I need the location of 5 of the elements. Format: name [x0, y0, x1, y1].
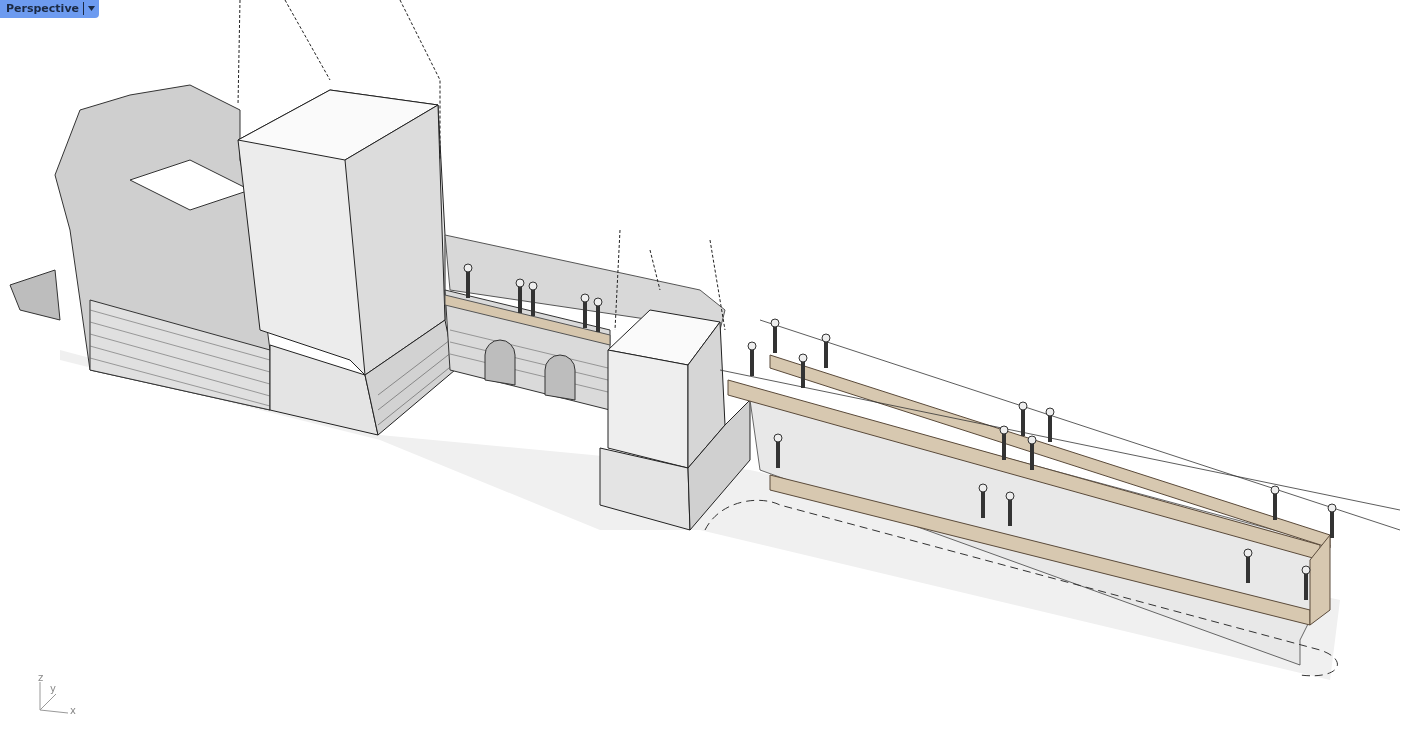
axis-label: y — [50, 684, 56, 694]
viewport-tab[interactable]: Perspective — [0, 0, 99, 18]
axis-label: z — [38, 673, 44, 683]
axis-label: x — [70, 706, 76, 716]
viewport-title[interactable]: Perspective — [6, 2, 84, 15]
